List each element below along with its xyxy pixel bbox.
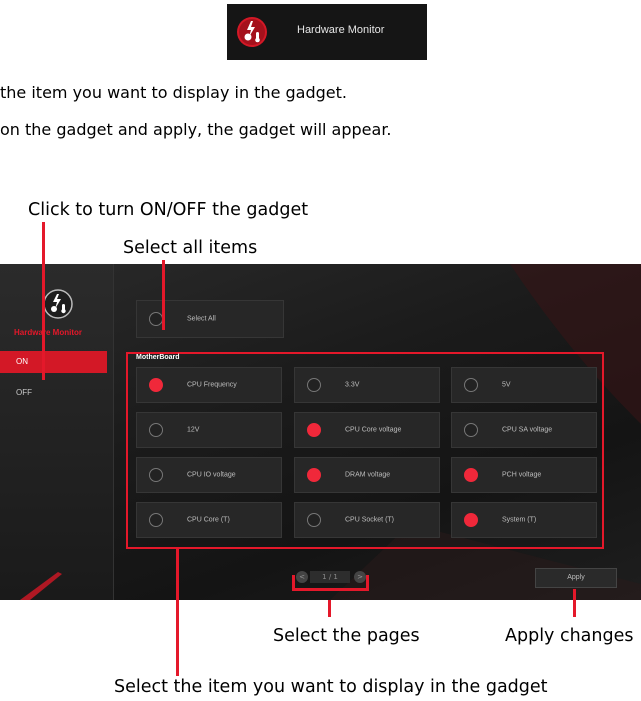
item-checkbox-dot [149,423,163,437]
item-label: 3.3V [345,381,360,389]
callout-apply: Apply changes [505,626,634,646]
instruction-line-2: on the gadget and apply, the gadget will… [0,120,392,139]
item-label: CPU Frequency [187,381,237,389]
badge-title: Hardware Monitor [297,24,385,36]
apply-pointer-line [573,589,576,617]
item-label: 5V [502,381,511,389]
item-checkbox-dot [307,468,321,482]
callout-select-all: Select all items [123,238,258,258]
item-checkbox[interactable]: CPU SA voltage [451,412,597,448]
item-checkbox-dot [149,513,163,527]
pages-pointer-line [328,600,331,617]
hardware-monitor-icon [237,17,267,47]
item-label: 12V [187,426,200,434]
apply-button[interactable]: Apply [535,568,617,588]
item-checkbox[interactable]: DRAM voltage [294,457,440,493]
item-checkbox-dot [464,513,478,527]
callout-pages: Select the pages [273,626,420,646]
toggle-on-button[interactable]: ON [0,351,107,373]
toggle-off-button[interactable]: OFF [16,388,32,397]
item-checkbox[interactable]: CPU Frequency [136,367,282,403]
item-checkbox[interactable]: 5V [451,367,597,403]
item-label: CPU IO voltage [187,471,236,479]
item-label: PCH voltage [502,471,542,479]
item-label: DRAM voltage [345,471,391,479]
item-checkbox[interactable]: CPU Core voltage [294,412,440,448]
item-checkbox-dot [464,468,478,482]
item-checkbox-dot [307,378,321,392]
sidebar: Hardware Monitor ON OFF [0,264,114,600]
instruction-line-1: the item you want to display in the gadg… [0,83,347,102]
item-label: System (T) [502,516,537,524]
callout-items: Select the item you want to display in t… [114,677,548,697]
item-label: CPU Socket (T) [345,516,395,524]
gadget-settings-panel: Hardware Monitor ON OFF Select All Mothe… [0,264,641,600]
item-label: CPU Core (T) [187,516,230,524]
sidebar-swoosh [20,572,62,600]
hardware-monitor-badge: Hardware Monitor [227,4,427,60]
item-label: CPU Core voltage [345,426,402,434]
item-checkbox[interactable]: 3.3V [294,367,440,403]
item-checkbox-dot [464,423,478,437]
items-pointer-line [176,548,179,676]
item-checkbox-dot [464,378,478,392]
select-all-label: Select All [187,315,216,323]
select-all-checkbox[interactable]: Select All [136,300,284,338]
item-checkbox-dot [149,468,163,482]
item-checkbox-dot [307,423,321,437]
group-title: MotherBoard [136,354,180,361]
select-all-dot [149,312,163,326]
sidebar-hardware-icon [43,289,73,319]
item-checkbox[interactable]: CPU IO voltage [136,457,282,493]
item-checkbox[interactable]: PCH voltage [451,457,597,493]
select-all-pointer-line [162,260,165,330]
pages-bracket [292,575,369,591]
item-label: CPU SA voltage [502,426,553,434]
item-checkbox-dot [149,378,163,392]
item-checkbox[interactable]: 12V [136,412,282,448]
item-checkbox[interactable]: CPU Socket (T) [294,502,440,538]
toggle-pointer-line [42,222,45,380]
callout-toggle: Click to turn ON/OFF the gadget [28,200,309,220]
item-checkbox[interactable]: CPU Core (T) [136,502,282,538]
item-checkbox-dot [307,513,321,527]
item-checkbox[interactable]: System (T) [451,502,597,538]
sidebar-title: Hardware Monitor [14,328,83,337]
